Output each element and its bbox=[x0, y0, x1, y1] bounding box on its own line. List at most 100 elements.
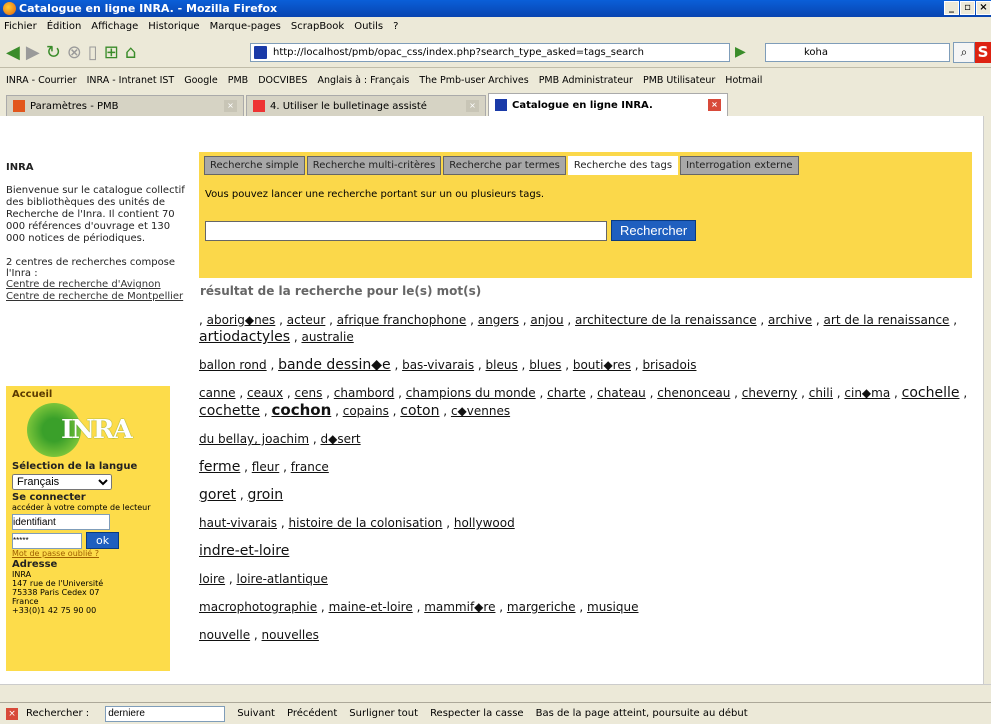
horizontal-scrollbar[interactable] bbox=[0, 684, 991, 698]
tag-link[interactable]: haut-vivarais bbox=[199, 516, 277, 530]
tag-link[interactable]: margeriche bbox=[507, 600, 576, 614]
tag-link[interactable]: cochette bbox=[199, 403, 260, 419]
tab-bulletinage[interactable]: 4. Utiliser le bulletinage assisté × bbox=[246, 95, 486, 116]
tag-link[interactable]: goret bbox=[199, 487, 236, 503]
tag-link[interactable]: cens bbox=[295, 386, 323, 400]
tag-link[interactable]: bleus bbox=[486, 358, 518, 372]
tag-link[interactable]: canne bbox=[199, 386, 236, 400]
tag-link[interactable]: art de la renaissance bbox=[824, 313, 950, 327]
tab-tags[interactable]: Recherche des tags bbox=[567, 156, 679, 175]
stop-icon[interactable]: ⊗ bbox=[67, 42, 82, 63]
tag-link[interactable]: charte bbox=[547, 386, 586, 400]
tag-search-input[interactable] bbox=[205, 220, 607, 241]
bookmark-item[interactable]: Anglais à : Français bbox=[317, 75, 409, 86]
tag-link[interactable]: bande dessin◆e bbox=[278, 357, 391, 373]
tag-link[interactable]: loire-atlantique bbox=[237, 572, 328, 586]
password-field[interactable] bbox=[12, 532, 82, 549]
tag-link[interactable]: chenonceau bbox=[657, 386, 730, 400]
tag-link[interactable]: ballon rond bbox=[199, 358, 267, 372]
tag-link[interactable]: chambord bbox=[334, 386, 395, 400]
tag-link[interactable]: d◆sert bbox=[321, 432, 361, 446]
tag-link[interactable]: ferme bbox=[199, 459, 240, 475]
bookmark-item[interactable]: Google bbox=[184, 75, 218, 86]
tag-link[interactable]: champions du monde bbox=[406, 386, 536, 400]
tab-interrogation-externe[interactable]: Interrogation externe bbox=[680, 156, 799, 175]
reload-icon[interactable]: ↻ bbox=[46, 42, 61, 63]
tag-link[interactable]: groin bbox=[247, 487, 283, 503]
vertical-scrollbar[interactable] bbox=[983, 116, 991, 684]
bookmark-item[interactable]: PMB Utilisateur bbox=[643, 75, 715, 86]
language-select[interactable]: Français bbox=[12, 474, 112, 490]
menu-fichier[interactable]: Fichier bbox=[4, 21, 37, 32]
tag-link[interactable]: chateau bbox=[597, 386, 646, 400]
menu-outils[interactable]: Outils bbox=[354, 21, 383, 32]
tag-link[interactable]: architecture de la renaissance bbox=[575, 313, 757, 327]
tag-link[interactable]: coton bbox=[400, 403, 439, 419]
link-montpellier[interactable]: Centre de recherche de Montpellier bbox=[6, 291, 186, 303]
tag-link[interactable]: brisadois bbox=[642, 358, 696, 372]
bookmark-item[interactable]: DOCVIBES bbox=[258, 75, 307, 86]
tag-link[interactable]: cin◆ma bbox=[844, 386, 890, 400]
find-input[interactable] bbox=[105, 705, 226, 722]
close-findbar-icon[interactable]: × bbox=[6, 707, 18, 720]
bookmark-item[interactable]: PMB Administrateur bbox=[539, 75, 633, 86]
scrapbook-icon[interactable]: S bbox=[975, 42, 991, 63]
rechercher-button[interactable]: Rechercher bbox=[611, 220, 697, 241]
new-tab-icon[interactable]: ⊞ bbox=[104, 42, 119, 63]
tag-link[interactable]: afrique franchophone bbox=[337, 313, 466, 327]
tag-link[interactable]: cochon bbox=[272, 401, 332, 419]
tag-link[interactable]: copains bbox=[343, 404, 389, 418]
menu-edition[interactable]: Édition bbox=[47, 21, 82, 32]
tag-link[interactable]: cheverny bbox=[742, 386, 798, 400]
tab-multi-criteres[interactable]: Recherche multi-critères bbox=[306, 156, 442, 175]
search-icon[interactable]: ⌕ bbox=[953, 42, 975, 63]
tag-link[interactable]: du bellay, joachim bbox=[199, 432, 309, 446]
bookmark-item[interactable]: INRA - Courrier bbox=[6, 75, 77, 86]
menu-help[interactable]: ? bbox=[393, 21, 398, 32]
tag-link[interactable]: france bbox=[291, 460, 329, 474]
bookmark-item[interactable]: INRA - Intranet IST bbox=[87, 75, 175, 86]
menu-affichage[interactable]: Affichage bbox=[91, 21, 138, 32]
tag-link[interactable]: hollywood bbox=[454, 516, 515, 530]
tab-catalogue[interactable]: Catalogue en ligne INRA. × bbox=[488, 93, 728, 116]
tag-link[interactable]: nouvelles bbox=[262, 628, 319, 642]
tag-link[interactable]: cochelle bbox=[902, 385, 960, 401]
tab-par-termes[interactable]: Recherche par termes bbox=[443, 156, 566, 175]
minimize-button[interactable]: _ bbox=[944, 1, 959, 15]
find-next-button[interactable]: Suivant bbox=[237, 708, 275, 719]
tag-link[interactable]: blues bbox=[529, 358, 561, 372]
tag-link[interactable]: angers bbox=[478, 313, 519, 327]
tag-link[interactable]: ceaux bbox=[247, 386, 283, 400]
sidebar-icon[interactable]: ▯ bbox=[88, 42, 98, 63]
bookmark-item[interactable]: Hotmail bbox=[725, 75, 762, 86]
close-tab-icon[interactable]: × bbox=[708, 99, 721, 111]
tag-link[interactable]: bas-vivarais bbox=[402, 358, 474, 372]
login-field[interactable] bbox=[12, 514, 110, 530]
menu-scrapbook[interactable]: ScrapBook bbox=[291, 21, 344, 32]
back-icon[interactable]: ◀ bbox=[6, 42, 20, 63]
search-engine-box[interactable]: koha bbox=[765, 43, 950, 62]
bookmark-item[interactable]: PMB bbox=[228, 75, 248, 86]
tag-link[interactable]: loire bbox=[199, 572, 225, 586]
tag-link[interactable]: aborig◆nes bbox=[207, 313, 276, 327]
tag-link[interactable]: macrophotographie bbox=[199, 600, 317, 614]
menu-historique[interactable]: Historique bbox=[148, 21, 199, 32]
url-bar[interactable]: http://localhost/pmb/opac_css/index.php?… bbox=[250, 43, 730, 62]
maximize-button[interactable]: ▫ bbox=[960, 1, 975, 15]
home-icon[interactable]: ⌂ bbox=[125, 42, 136, 63]
accueil-label[interactable]: Accueil bbox=[12, 389, 164, 400]
tab-parametres[interactable]: Paramètres - PMB × bbox=[6, 95, 244, 116]
close-tab-icon[interactable]: × bbox=[224, 100, 237, 112]
tag-link[interactable]: acteur bbox=[287, 313, 326, 327]
menu-marque-pages[interactable]: Marque-pages bbox=[210, 21, 281, 32]
tag-link[interactable]: maine-et-loire bbox=[329, 600, 413, 614]
tag-link[interactable]: australie bbox=[301, 330, 353, 344]
tag-link[interactable]: c◆vennes bbox=[451, 404, 510, 418]
ok-button[interactable]: ok bbox=[86, 532, 120, 549]
tag-link[interactable]: archive bbox=[768, 313, 812, 327]
find-prev-button[interactable]: Précédent bbox=[287, 708, 337, 719]
forgot-password-link[interactable]: Mot de passe oublié ? bbox=[12, 549, 99, 558]
tag-link[interactable]: bouti◆res bbox=[573, 358, 631, 372]
bookmark-item[interactable]: The Pmb-user Archives bbox=[419, 75, 528, 86]
match-case-checkbox[interactable]: Respecter la casse bbox=[430, 708, 524, 719]
